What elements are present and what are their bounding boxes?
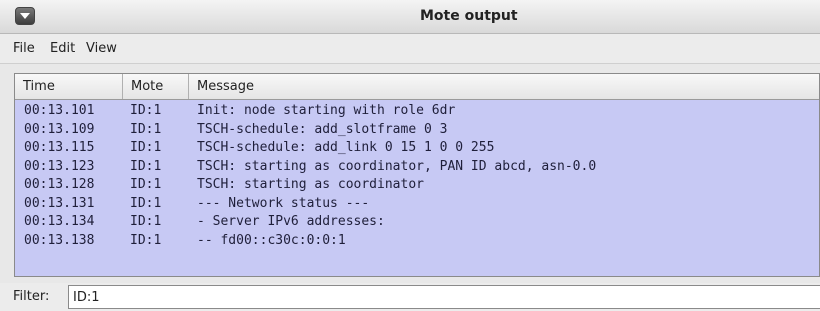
table-row[interactable]: 00:13.109 ID:1 TSCH-schedule: add_slotfr… <box>15 121 819 140</box>
cell-time: 00:13.138 <box>24 232 95 248</box>
table-row[interactable]: 00:13.123 ID:1 TSCH: starting as coordin… <box>15 158 819 177</box>
cell-message: -- fd00::c30c:0:0:1 <box>197 232 346 248</box>
cell-message: TSCH: starting as coordinator, PAN ID ab… <box>197 158 597 174</box>
table-body: 00:13.101 ID:1 Init: node starting with … <box>15 102 819 250</box>
cell-mote: ID:1 <box>130 121 162 137</box>
cell-mote: ID:1 <box>130 158 162 174</box>
cell-mote: ID:1 <box>130 140 162 155</box>
table-row[interactable]: 00:13.101 ID:1 Init: node starting with … <box>15 102 819 121</box>
cell-mote: ID:1 <box>130 232 162 248</box>
table-row[interactable]: 00:13.128 ID:1 TSCH: starting as coordin… <box>15 176 819 195</box>
cell-mote: ID:1 <box>130 177 162 192</box>
cell-mote: ID:1 <box>130 214 162 229</box>
column-header-mote[interactable]: Mote <box>123 74 189 99</box>
cell-time: 00:13.115 <box>24 140 95 155</box>
column-header-time[interactable]: Time <box>15 74 123 99</box>
menu-file[interactable]: File <box>13 41 35 56</box>
cell-time: 00:13.101 <box>24 103 95 118</box>
cell-message: TSCH-schedule: add_slotframe 0 3 <box>197 121 448 137</box>
menu-bar: File Edit View <box>0 34 820 64</box>
cell-time: 00:13.109 <box>24 121 95 137</box>
cell-message: - Server IPv6 addresses: <box>197 214 385 229</box>
cell-time: 00:13.131 <box>24 195 95 211</box>
table-row[interactable]: 00:13.134 ID:1 - Server IPv6 addresses: <box>15 213 819 232</box>
menu-view[interactable]: View <box>86 41 117 56</box>
log-table[interactable]: Time Mote Message 00:13.101 ID:1 Init: n… <box>14 73 820 277</box>
filter-bar: Filter: <box>0 283 820 311</box>
table-row[interactable]: 00:13.115 ID:1 TSCH-schedule: add_link 0… <box>15 139 819 158</box>
filter-label: Filter: <box>13 289 50 304</box>
table-header: Time Mote Message <box>15 74 819 100</box>
column-header-message[interactable]: Message <box>189 74 819 99</box>
window-title: Mote output <box>420 8 518 24</box>
cell-time: 00:13.134 <box>24 214 95 229</box>
table-row[interactable]: 00:13.131 ID:1 --- Network status --- <box>15 195 819 214</box>
table-row[interactable]: 00:13.138 ID:1 -- fd00::c30c:0:0:1 <box>15 232 819 251</box>
cell-mote: ID:1 <box>130 103 162 118</box>
menu-edit[interactable]: Edit <box>50 41 75 56</box>
cell-mote: ID:1 <box>130 195 162 211</box>
cell-message: Init: node starting with role 6dr <box>197 103 456 118</box>
title-bar: Mote output <box>0 0 820 34</box>
cell-message: TSCH: starting as coordinator <box>197 177 424 192</box>
cell-message: --- Network status --- <box>197 195 370 211</box>
cell-time: 00:13.123 <box>24 158 95 174</box>
cell-message: TSCH-schedule: add_link 0 15 1 0 0 255 <box>197 140 495 155</box>
cell-time: 00:13.128 <box>24 177 95 192</box>
filter-input[interactable] <box>68 285 820 309</box>
